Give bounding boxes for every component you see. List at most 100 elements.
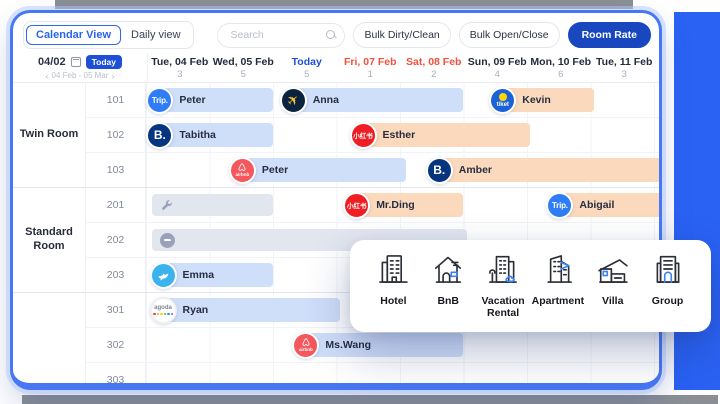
guest-name: Mr.Ding <box>376 199 415 211</box>
bnb-icon <box>430 251 466 292</box>
property-type-label: Group <box>652 295 684 307</box>
guest-name: Kevin <box>522 94 551 106</box>
current-date: 04/02 <box>38 56 66 68</box>
fliggy-icon <box>150 262 177 289</box>
property-type-apartment[interactable]: Apartment <box>530 251 585 332</box>
booking-bar[interactable]: Trip.Abigail <box>552 193 659 217</box>
xiaohongshu-icon: 小红书 <box>343 192 370 219</box>
daily-view-tab[interactable]: Daily view <box>121 25 191 45</box>
background-strip-top <box>55 0 633 9</box>
calendar-icon[interactable] <box>71 57 81 67</box>
trip-icon: Trip. <box>146 87 173 114</box>
room-type-label: Twin Room <box>13 83 85 188</box>
airbnb-icon: airbnb <box>292 332 319 359</box>
agoda-icon: agoda <box>150 297 177 324</box>
guest-name: Peter <box>262 164 288 176</box>
room-grid-track: Trip.Peter✈AnnatiketKevin <box>146 83 659 117</box>
booking-bar[interactable]: airbnbPeter <box>235 158 406 182</box>
calendar-header: 04/02 Today ‹ 04 Feb - 05 Mar › Tue, 04 … <box>13 53 659 83</box>
booking-bar[interactable]: ✈Anna <box>286 88 464 112</box>
booking-bar[interactable]: Emma <box>156 263 273 287</box>
date-range: ‹ 04 Feb - 05 Mar › <box>46 71 115 81</box>
date-count: 4 <box>466 69 530 80</box>
room-row: 303 <box>86 363 659 383</box>
property-type-panel: Hotel BnB Vacation Rental <box>350 240 711 332</box>
date-column-header: Fri, 07 Feb1 <box>339 53 403 82</box>
booking-bar[interactable]: Trip.Peter <box>152 88 273 112</box>
property-type-hotel[interactable]: Hotel <box>366 251 421 332</box>
villa-icon <box>595 251 631 292</box>
room-number: 102 <box>86 118 146 152</box>
room-grid-track: airbnbPeterB.Amber <box>146 153 659 187</box>
booking-bar[interactable]: agodaRyan <box>156 298 340 322</box>
date-count: 2 <box>402 69 466 80</box>
room-rate-button[interactable]: Room Rate <box>568 22 651 48</box>
group-icon <box>650 251 686 292</box>
room-grid-track: airbnb Ms.Wang <box>146 328 659 362</box>
today-badge[interactable]: Today <box>86 55 122 69</box>
search-box <box>217 23 345 48</box>
date-label: Fri, 07 Feb <box>339 56 403 68</box>
guest-name: Emma <box>183 269 215 281</box>
apartment-icon <box>540 251 576 292</box>
property-type-vacation-rental[interactable]: Vacation Rental <box>476 251 531 332</box>
date-column-header: Wed, 05 Feb5 <box>212 53 276 82</box>
guest-name: Peter <box>179 94 205 106</box>
room-row: 101Trip.Peter✈AnnatiketKevin <box>86 83 659 118</box>
calendar-view-tab[interactable]: Calendar View <box>26 25 121 45</box>
room-number: 201 <box>86 188 146 222</box>
trip-icon: Trip. <box>546 192 573 219</box>
date-count: 6 <box>529 69 593 80</box>
booking-bar[interactable]: 小红书Esther <box>356 123 531 147</box>
date-range-label: 04 Feb - 05 Mar <box>52 71 109 80</box>
room-number: 202 <box>86 223 146 257</box>
booking-bar[interactable]: B.Tabitha <box>152 123 273 147</box>
date-column-header: Tue, 11 Feb3 <box>593 53 657 82</box>
booking-bar[interactable]: tiketKevin <box>495 88 593 112</box>
room-type-label <box>13 293 85 383</box>
guest-name: Ryan <box>183 304 209 316</box>
xiaohongshu-icon: 小红书 <box>350 122 377 149</box>
prev-range-arrow[interactable]: ‹ <box>46 71 49 81</box>
property-type-label: Villa <box>602 295 623 307</box>
maintenance-bar[interactable] <box>152 194 273 216</box>
date-column-header: Today5 <box>275 53 339 82</box>
property-type-bnb[interactable]: BnB <box>421 251 476 332</box>
bulk-dirty-clean-button[interactable]: Bulk Dirty/Clean <box>353 22 450 48</box>
room-number: 203 <box>86 258 146 292</box>
booking-bar[interactable]: B.Amber <box>432 158 659 182</box>
wrench-icon <box>160 199 173 212</box>
property-type-label: Apartment <box>532 295 585 307</box>
property-type-label: Vacation Rental <box>476 295 531 319</box>
bulk-open-close-button[interactable]: Bulk Open/Close <box>459 22 560 48</box>
room-number: 302 <box>86 328 146 362</box>
property-type-group[interactable]: Group <box>640 251 695 332</box>
date-label: Today <box>275 56 339 68</box>
booking-bar[interactable]: 小红书Mr.Ding <box>349 193 463 217</box>
room-grid-track: 小红书Mr.DingTrip.Abigail <box>146 188 659 222</box>
airbnb-icon: airbnb <box>229 157 256 184</box>
date-count: 1 <box>339 69 403 80</box>
toolbar: Calendar View Daily view Bulk Dirty/Clea… <box>23 20 651 50</box>
room-number: 303 <box>86 363 146 383</box>
guest-name: Esther <box>383 129 416 141</box>
property-type-villa[interactable]: Villa <box>585 251 640 332</box>
guest-name: Ms.Wang <box>325 339 371 351</box>
date-count: 3 <box>593 69 657 80</box>
date-navigator: 04/02 Today ‹ 04 Feb - 05 Mar › <box>13 53 148 82</box>
room-row: 103airbnbPeterB.Amber <box>86 153 659 188</box>
date-count: 5 <box>275 69 339 80</box>
background-strip-bottom <box>22 395 718 404</box>
room-rows: 101Trip.Peter✈AnnatiketKevin102B.Tabitha… <box>86 83 659 383</box>
booking-icon: B. <box>146 122 173 149</box>
booking-bar[interactable]: airbnbMs.Wang <box>298 333 463 357</box>
pms-calendar-window: Calendar View Daily view Bulk Dirty/Clea… <box>10 10 662 390</box>
next-range-arrow[interactable]: › <box>111 71 114 81</box>
booking-icon: B. <box>426 157 453 184</box>
guest-name: Anna <box>313 94 339 106</box>
room-row: 102B.Tabitha小红书Esther <box>86 118 659 153</box>
property-type-label: Hotel <box>380 295 406 307</box>
search-input[interactable] <box>230 29 330 41</box>
date-label: Sun, 09 Feb <box>466 56 530 68</box>
room-row: 302 airbnb Ms.Wang <box>86 328 659 363</box>
